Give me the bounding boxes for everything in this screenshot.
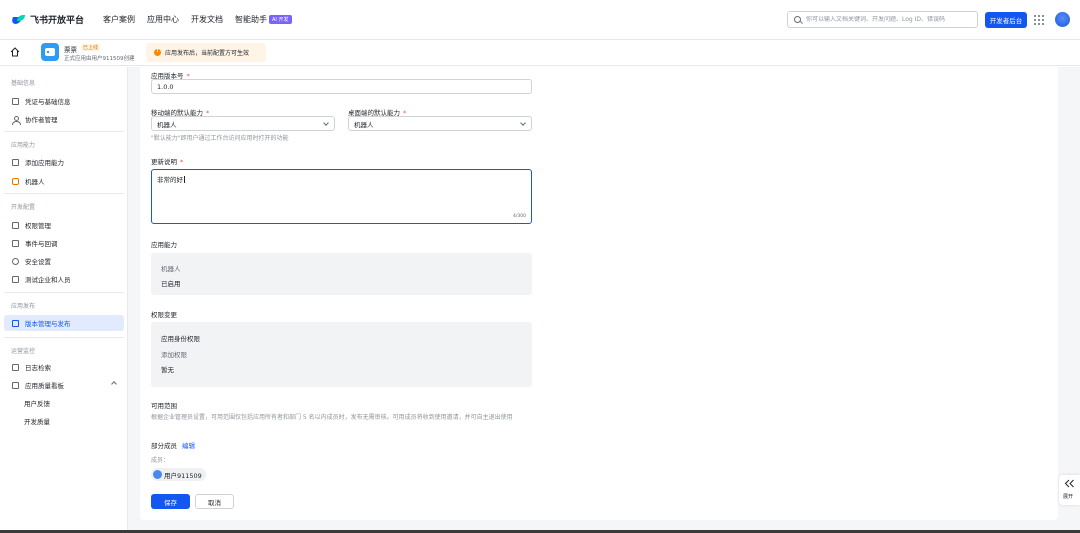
avatar xyxy=(153,470,162,479)
scope-setting: 部分成员 编辑 xyxy=(151,442,195,450)
member-chip: 用户911509 xyxy=(151,468,206,481)
release-notes-textarea[interactable]: 非常的好 4/300 xyxy=(151,169,532,224)
notice-text: 应用发布后，当前配置方可生效 xyxy=(165,50,250,57)
permission-group: 应用身份权限 xyxy=(161,335,200,343)
scope-edit-link[interactable]: 编辑 xyxy=(182,442,195,450)
sidebar-item-test-tenant[interactable]: 测试企业和人员 xyxy=(4,271,124,287)
status-badge: 已上线 xyxy=(81,44,101,51)
sidebar-group-basic: 基础信息 xyxy=(11,80,36,87)
nav-link-customer-cases[interactable]: 客户案例 xyxy=(103,14,135,25)
doc-search[interactable] xyxy=(787,11,978,28)
sidebar-item-add-capability[interactable]: 添加应用能力 xyxy=(4,154,124,170)
logo-text: 飞书开放平台 xyxy=(30,16,85,26)
permission-add-label: 添加权限 xyxy=(161,351,187,359)
sidebar-divider xyxy=(4,193,124,194)
sidebar-item-permissions[interactable]: 权限管理 xyxy=(4,217,124,233)
chevron-down-icon xyxy=(323,120,329,126)
expand-label: 展开 xyxy=(1063,494,1074,500)
sidebar-item-bot[interactable]: 机器人 xyxy=(4,173,124,189)
person-icon xyxy=(12,115,21,125)
sidebar-group-dev-config: 开发配置 xyxy=(11,204,36,211)
apps-grid-icon[interactable] xyxy=(1034,15,1044,25)
sidebar: 基础信息 凭证与基础信息 协作者管理 应用能力 添加应用能力 机器人 开发配置 … xyxy=(0,67,128,533)
search-icon xyxy=(794,16,801,23)
sidebar-item-collaborators[interactable]: 协作者管理 xyxy=(4,111,124,127)
shield-icon xyxy=(12,257,19,265)
app-description: 正式应用由用户911509创建 xyxy=(64,56,135,62)
char-counter: 4/300 xyxy=(513,214,526,219)
feishu-logo-icon xyxy=(12,14,26,25)
upload-icon xyxy=(12,319,19,327)
user-avatar[interactable] xyxy=(1055,12,1070,27)
sidebar-item-dev-quality[interactable]: 开发质量 xyxy=(4,413,124,429)
default-capability-hint: "默认能力"即用户通过工作台访问应用时打开的功能 xyxy=(151,135,289,142)
chevron-up-icon xyxy=(111,381,117,387)
log-icon xyxy=(12,363,19,371)
permission-section-title: 权限变更 xyxy=(151,311,177,319)
capability-name: 机器人 xyxy=(161,265,181,273)
dev-console-button[interactable]: 开发者后台 xyxy=(985,12,1027,28)
event-icon xyxy=(12,239,19,247)
cancel-button[interactable]: 取消 xyxy=(195,494,234,509)
sidebar-group-capability: 应用能力 xyxy=(11,142,36,149)
version-input[interactable]: 1.0.0 xyxy=(151,79,532,94)
chevron-down-icon xyxy=(520,120,526,126)
sidebar-item-version-publish[interactable]: 版本管理与发布 xyxy=(4,315,124,331)
mobile-default-select[interactable]: 机器人 xyxy=(151,116,335,131)
sidebar-item-quality-board[interactable]: 应用质量看板 xyxy=(4,377,124,393)
feishu-logo[interactable]: 飞书开放平台 xyxy=(12,13,84,26)
nav-link-dev-docs[interactable]: 开发文档 xyxy=(191,14,223,25)
dashboard-icon xyxy=(12,381,19,389)
capability-panel: 机器人 已启用 xyxy=(151,253,532,295)
sidebar-group-monitoring: 运营监控 xyxy=(11,348,36,355)
test-icon xyxy=(12,275,19,283)
nav-link-app-center[interactable]: 应用中心 xyxy=(147,14,179,25)
capability-status: 已启用 xyxy=(161,280,181,288)
top-nav: 飞书开放平台 客户案例 应用中心 开发文档 智能助手AI 开发 开发者后台 xyxy=(0,0,1080,40)
sidebar-group-publish: 应用发布 xyxy=(11,303,36,310)
search-input[interactable] xyxy=(806,16,976,23)
robot-icon xyxy=(12,177,19,185)
app-bar: 票票 已上线 正式应用由用户911509创建 应用发布后，当前配置方可生效 xyxy=(0,40,1080,66)
save-button[interactable]: 保存 xyxy=(151,494,190,509)
warning-icon xyxy=(154,48,161,56)
publish-notice: 应用发布后，当前配置方可生效 xyxy=(146,43,266,62)
sidebar-divider xyxy=(4,292,124,293)
scope-section-title: 可用范围 xyxy=(151,402,177,410)
expand-panel-button[interactable]: 展开 xyxy=(1059,475,1080,505)
credentials-icon xyxy=(12,97,19,105)
double-chevron-left-icon xyxy=(1064,479,1074,488)
sidebar-item-user-feedback[interactable]: 用户反馈 xyxy=(4,395,124,411)
sidebar-item-events[interactable]: 事件与回调 xyxy=(4,235,124,251)
lock-icon xyxy=(12,221,19,229)
sidebar-divider xyxy=(4,131,124,132)
sidebar-item-credentials[interactable]: 凭证与基础信息 xyxy=(4,93,124,109)
home-icon[interactable] xyxy=(10,47,20,57)
app-name: 票票 xyxy=(64,46,77,54)
members-label: 成员： xyxy=(151,457,170,464)
grid-add-icon xyxy=(12,158,19,166)
capability-section-title: 应用能力 xyxy=(151,241,177,249)
sidebar-divider xyxy=(4,337,124,338)
scope-description: 根据企业管理员设置，可用范围仅包括应用所有者和部门 5 名以内成员时，发布无需审… xyxy=(151,414,513,421)
permission-panel: 应用身份权限 添加权限 暂无 xyxy=(151,322,532,387)
ai-badge: AI 开发 xyxy=(269,15,292,24)
release-notes-label: 更新说明 * xyxy=(151,158,184,166)
nav-link-ai-assistant[interactable]: 智能助手 AI 开发 xyxy=(235,14,292,25)
sidebar-item-log-search[interactable]: 日志检索 xyxy=(4,359,124,375)
ai-assistant-label: 智能助手 xyxy=(235,15,268,24)
permission-none: 暂无 xyxy=(161,366,174,374)
sidebar-item-security[interactable]: 安全设置 xyxy=(4,253,124,269)
desktop-default-select[interactable]: 机器人 xyxy=(348,116,532,131)
app-robot-icon xyxy=(41,43,59,61)
